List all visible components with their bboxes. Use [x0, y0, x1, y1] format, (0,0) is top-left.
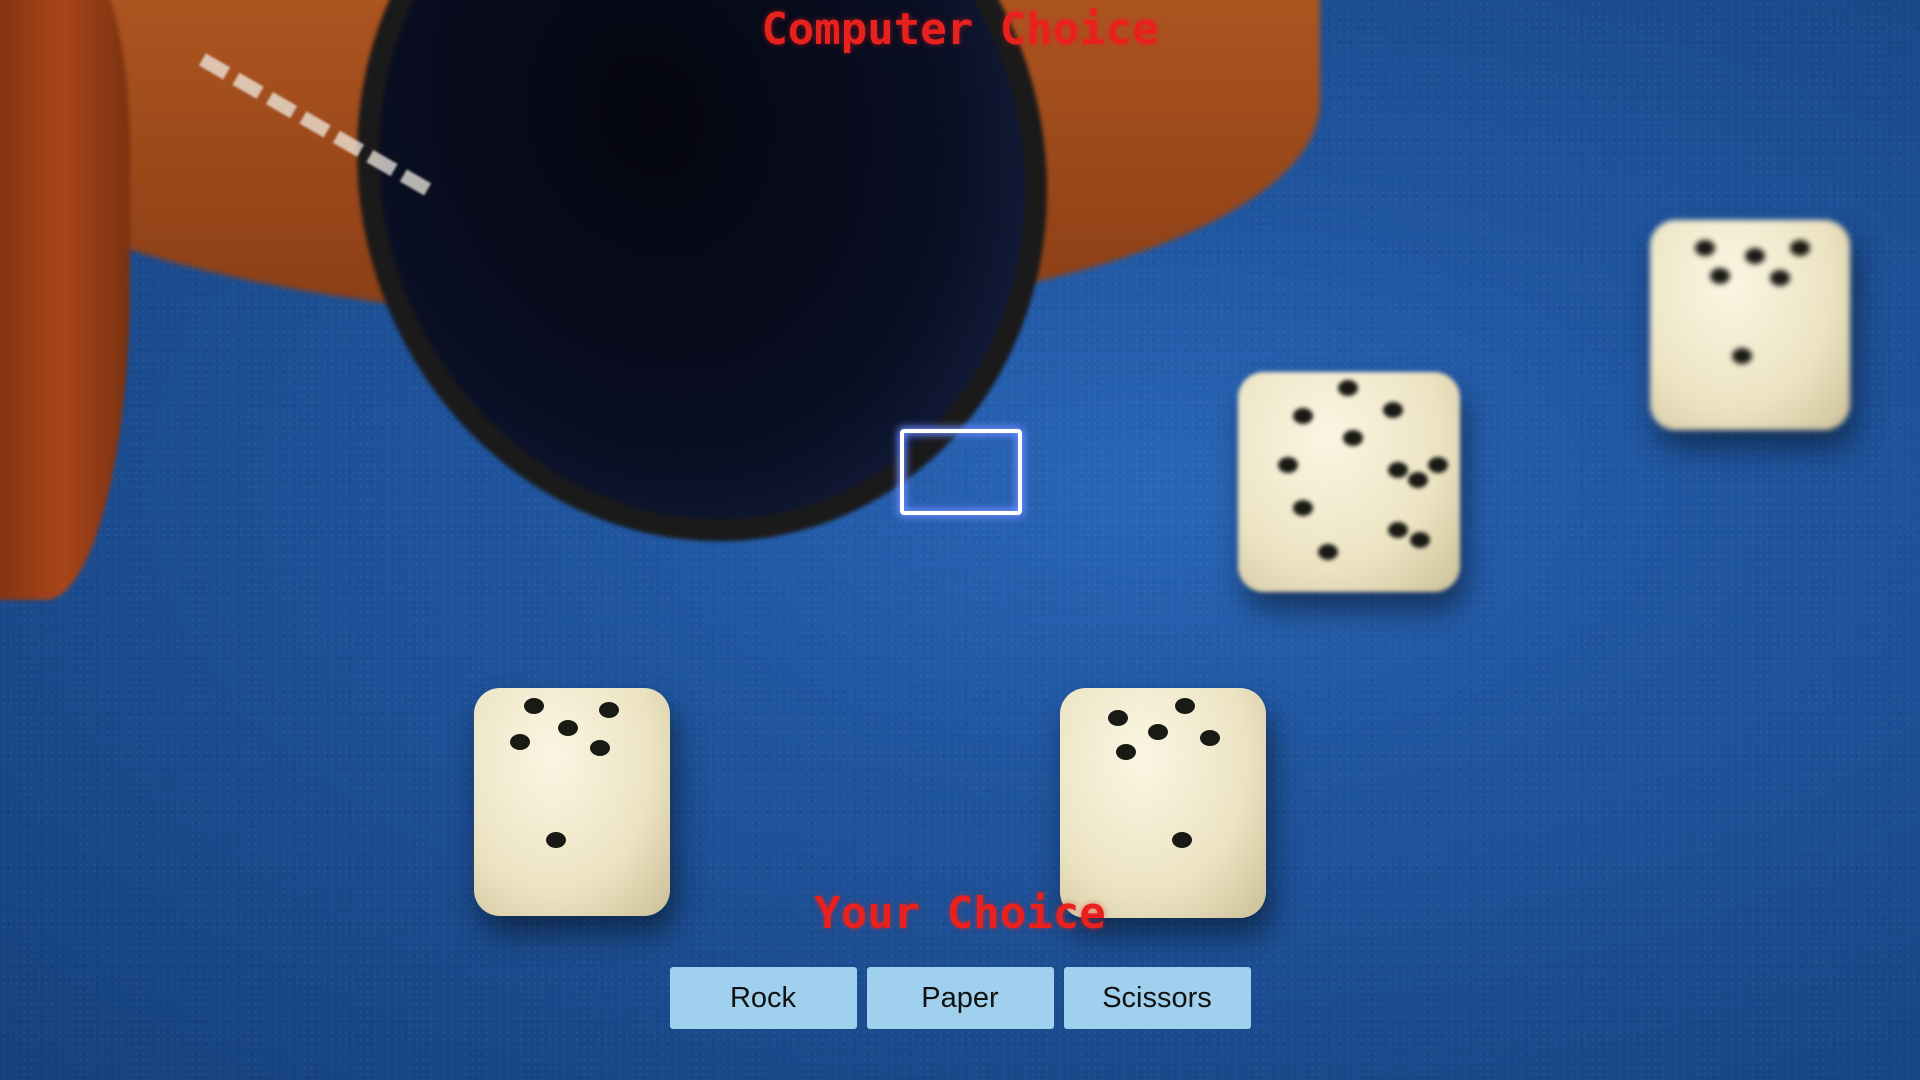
choice-button-row: Rock Paper Scissors — [0, 967, 1920, 1029]
rock-button[interactable]: Rock — [669, 967, 857, 1029]
die-far-right — [1650, 220, 1850, 430]
scissors-button[interactable]: Scissors — [1063, 967, 1251, 1029]
die-front-right — [1060, 688, 1266, 918]
computer-choice-display — [900, 429, 1022, 515]
paper-button[interactable]: Paper — [866, 967, 1054, 1029]
your-choice-title: Your Choice — [814, 888, 1106, 939]
die-front-left — [474, 688, 670, 916]
computer-choice-title: Computer Choice — [761, 4, 1159, 55]
die-middle-right — [1238, 372, 1460, 592]
